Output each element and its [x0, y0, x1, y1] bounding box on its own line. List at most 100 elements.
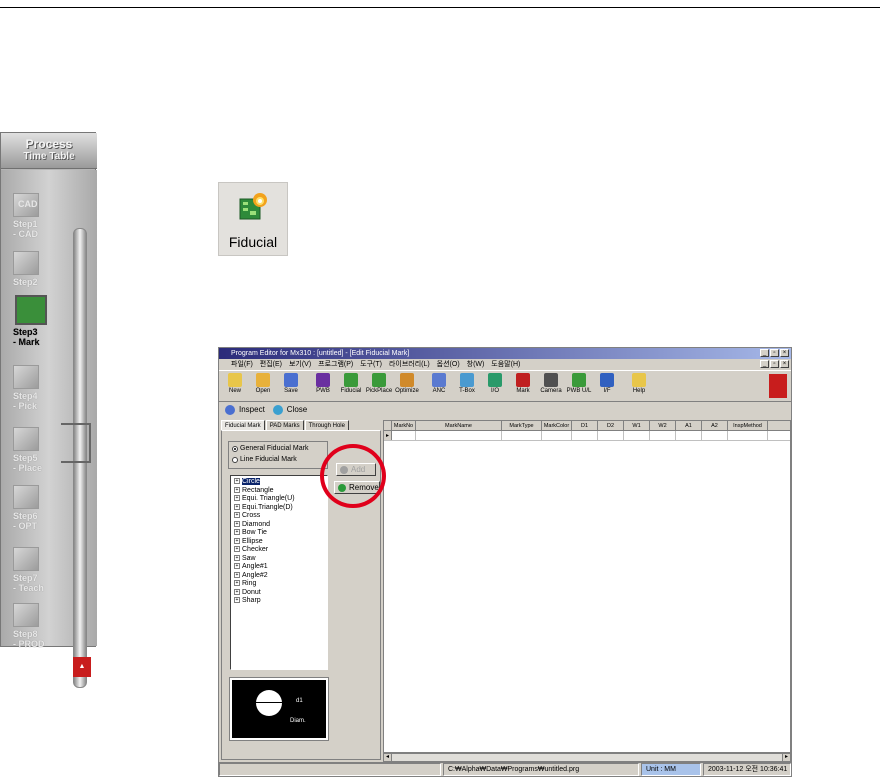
fiducial-mark-grid[interactable]: MarkNo MarkName MarkType MarkColor D1 D2 W1 W2 A…: [383, 420, 791, 753]
grid-cell[interactable]: [598, 431, 624, 441]
radio-general-fiducial[interactable]: General Fiducial Mark: [232, 445, 308, 452]
tree-item-donut[interactable]: + Donut: [234, 589, 327, 598]
expand-icon[interactable]: +: [234, 571, 240, 578]
grid-row-new[interactable]: ▸: [384, 431, 790, 441]
process-step-3[interactable]: Step3- Mark: [7, 295, 67, 347]
expand-icon[interactable]: +: [234, 486, 240, 493]
close-button[interactable]: ×: [780, 349, 789, 357]
toolbar-pwb-u-l-button[interactable]: PWB U/L: [565, 371, 593, 401]
child-minimize-button[interactable]: _: [760, 360, 769, 368]
toolbar-new-button[interactable]: New: [221, 371, 249, 401]
grid-col-markname[interactable]: MarkName: [416, 421, 502, 430]
tree-item-bow-tie[interactable]: + Bow Tie: [234, 529, 327, 538]
process-step-1[interactable]: CAD Step1- CAD: [7, 193, 67, 239]
grid-cell[interactable]: [624, 431, 650, 441]
inspect-button[interactable]: Inspect: [239, 402, 265, 418]
tree-item-equi-triangle-d-[interactable]: + Equi.Triangle(D): [234, 504, 327, 513]
toolbar-pickplace-button[interactable]: PickPlace: [365, 371, 393, 401]
grid-col-markcolor[interactable]: MarkColor: [542, 421, 572, 430]
tree-item-ring[interactable]: + Ring: [234, 580, 327, 589]
tree-item-saw[interactable]: + Saw: [234, 555, 327, 564]
expand-icon[interactable]: +: [234, 478, 240, 485]
tree-item-sharp[interactable]: + Sharp: [234, 597, 327, 606]
grid-col-inspmethod[interactable]: InspMethod: [728, 421, 768, 430]
tab-through-hole[interactable]: Through Hole: [304, 420, 349, 430]
toolbar-camera-button[interactable]: Camera: [537, 371, 565, 401]
scroll-left-arrow[interactable]: ◂: [384, 754, 392, 761]
grid-col-a1[interactable]: A1: [676, 421, 702, 430]
process-step-6[interactable]: Step6- OPT: [7, 485, 67, 531]
grid-col-markno[interactable]: MarkNo: [392, 421, 416, 430]
menu-options[interactable]: 옵션(O): [437, 361, 460, 368]
tree-item-angle-1[interactable]: + Angle#1: [234, 563, 327, 572]
process-step-2[interactable]: Step2: [7, 251, 67, 287]
maximize-button[interactable]: ▫: [770, 349, 779, 357]
minimize-button[interactable]: _: [760, 349, 769, 357]
tree-item-circle[interactable]: + Circle: [234, 478, 327, 487]
grid-cell[interactable]: [542, 431, 572, 441]
toolbar-open-button[interactable]: Open: [249, 371, 277, 401]
grid-col-a2[interactable]: A2: [702, 421, 728, 430]
tab-fiducial-mark[interactable]: Fiducial Mark: [221, 420, 265, 430]
expand-icon[interactable]: +: [234, 554, 240, 561]
grid-cell[interactable]: [650, 431, 676, 441]
expand-icon[interactable]: +: [234, 520, 240, 527]
grid-cell[interactable]: [416, 431, 502, 441]
grid-cell[interactable]: [502, 431, 542, 441]
tree-item-ellipse[interactable]: + Ellipse: [234, 538, 327, 547]
expand-icon[interactable]: +: [234, 529, 240, 536]
expand-icon[interactable]: +: [234, 537, 240, 544]
toolbar-t-box-button[interactable]: T-Box: [453, 371, 481, 401]
tree-item-checker[interactable]: + Checker: [234, 546, 327, 555]
expand-icon[interactable]: +: [234, 597, 240, 604]
tree-item-cross[interactable]: + Cross: [234, 512, 327, 521]
expand-icon[interactable]: +: [234, 495, 240, 502]
process-step-8[interactable]: Step8- PROD: [7, 603, 67, 649]
child-close-button[interactable]: ×: [780, 360, 789, 368]
toolbar-pwb-button[interactable]: PWB: [309, 371, 337, 401]
grid-col-d2[interactable]: D2: [598, 421, 624, 430]
tree-item-angle-2[interactable]: + Angle#2: [234, 572, 327, 581]
menu-help[interactable]: 도움말(H): [491, 361, 520, 368]
menu-window[interactable]: 창(W): [467, 361, 485, 368]
grid-horizontal-scrollbar[interactable]: ◂ ▸: [383, 753, 791, 762]
menu-program[interactable]: 프로그램(P): [318, 361, 353, 368]
toolbar-save-button[interactable]: Save: [277, 371, 305, 401]
process-step-4[interactable]: Step4- Pick: [7, 365, 67, 411]
toolbar-fiducial-button[interactable]: Fiducial: [337, 371, 365, 401]
toolbar-optimize-button[interactable]: Optimize: [393, 371, 421, 401]
menu-tools[interactable]: 도구(T): [360, 361, 382, 368]
toolbar-help-button[interactable]: Help: [625, 371, 653, 401]
toolbar-i-o-button[interactable]: I/O: [481, 371, 509, 401]
grid-cell[interactable]: [702, 431, 728, 441]
expand-icon[interactable]: +: [234, 512, 240, 519]
menu-edit[interactable]: 편집(E): [260, 361, 282, 368]
fiducial-toolbar-icon[interactable]: Fiducial: [218, 182, 288, 256]
grid-cell[interactable]: [572, 431, 598, 441]
toolbar-i-f-button[interactable]: I/F: [593, 371, 621, 401]
scroll-right-arrow[interactable]: ▸: [782, 754, 790, 761]
close-panel-button[interactable]: Close: [287, 402, 307, 418]
tree-item-equi-triangle-u-[interactable]: + Equi. Triangle(U): [234, 495, 327, 504]
process-step-7[interactable]: Step7- Teach: [7, 547, 67, 593]
grid-cell[interactable]: [392, 431, 416, 441]
grid-col-w2[interactable]: W2: [650, 421, 676, 430]
menu-view[interactable]: 보기(V): [289, 361, 311, 368]
expand-icon[interactable]: +: [234, 563, 240, 570]
grid-cell[interactable]: [728, 431, 768, 441]
expand-icon[interactable]: +: [234, 546, 240, 553]
menu-library[interactable]: 라이브러리(L): [389, 361, 430, 368]
grid-col-marktype[interactable]: MarkType: [502, 421, 542, 430]
radio-line-fiducial[interactable]: Line Fiducial Mark: [232, 456, 297, 463]
expand-icon[interactable]: +: [234, 503, 240, 510]
menu-file[interactable]: 파일(F): [231, 361, 253, 368]
process-step-5[interactable]: Step5- Place: [7, 427, 67, 473]
child-maximize-button[interactable]: ▫: [770, 360, 779, 368]
grid-col-d1[interactable]: D1: [572, 421, 598, 430]
tab-pad-marks[interactable]: PAD Marks: [265, 420, 304, 430]
expand-icon[interactable]: +: [234, 588, 240, 595]
expand-icon[interactable]: +: [234, 580, 240, 587]
grid-cell[interactable]: [676, 431, 702, 441]
grid-col-w1[interactable]: W1: [624, 421, 650, 430]
toolbar-mark-button[interactable]: Mark: [509, 371, 537, 401]
